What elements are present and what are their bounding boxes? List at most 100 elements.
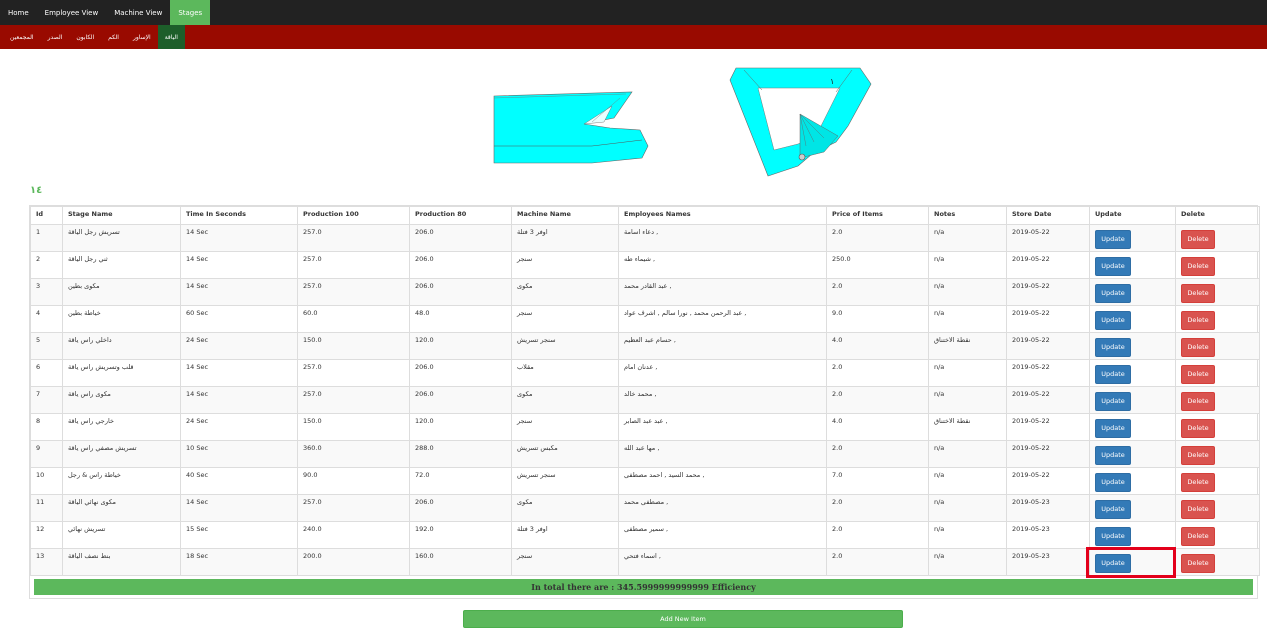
- subnav-item-4[interactable]: الكم: [101, 25, 126, 49]
- update-button[interactable]: Update: [1095, 338, 1131, 358]
- cell-id: 7: [30, 386, 63, 414]
- cell-update: Update: [1089, 305, 1176, 333]
- cell-employees: شيماء طه ,: [618, 251, 827, 279]
- update-button[interactable]: Update: [1095, 311, 1131, 331]
- cell-update: Update: [1089, 224, 1176, 252]
- cell-update: Update: [1089, 386, 1176, 414]
- cell-stage-name: مكوى نهائي الياقة: [62, 494, 181, 522]
- delete-button[interactable]: Delete: [1181, 554, 1215, 574]
- update-button[interactable]: Update: [1095, 284, 1131, 304]
- cell-store-date: 2019-05-22: [1006, 440, 1090, 468]
- cell-price: 2.0: [826, 440, 929, 468]
- table-row: 6 قلب وتسريش راس ياقة 14 Sec 257.0 206.0 مقلا…: [30, 359, 1260, 387]
- table-row: 3 مكوى بطين 14 Sec 257.0 206.0 مكوى عبد القادر…: [30, 278, 1260, 306]
- column-header: Price of Items: [826, 206, 929, 225]
- cell-machine-name: مكبس تسريش: [511, 440, 619, 468]
- cell-employees: حسام عبد العظيم ,: [618, 332, 827, 360]
- cell-delete: Delete: [1175, 413, 1260, 441]
- cell-id: 6: [30, 359, 63, 387]
- cell-delete: Delete: [1175, 305, 1260, 333]
- cell-time: 24 Sec: [180, 332, 298, 360]
- subnav-item-1[interactable]: المجمعين: [3, 25, 41, 49]
- cell-time: 40 Sec: [180, 467, 298, 495]
- subnav-item-2[interactable]: الصدر: [41, 25, 70, 49]
- delete-button[interactable]: Delete: [1181, 284, 1215, 304]
- add-new-item-button[interactable]: Add New Item: [463, 610, 903, 628]
- cell-production-80: 206.0: [409, 386, 512, 414]
- nav-stages[interactable]: Stages: [170, 0, 211, 25]
- cell-stage-name: خياطة بطين: [62, 305, 181, 333]
- column-header: Employees Names: [618, 206, 827, 225]
- cell-time: 60 Sec: [180, 305, 298, 333]
- cell-production-80: 120.0: [409, 413, 512, 441]
- nav-employee-view[interactable]: Employee View: [37, 0, 107, 25]
- cell-price: 2.0: [826, 278, 929, 306]
- cell-production-80: 192.0: [409, 521, 512, 549]
- delete-button[interactable]: Delete: [1181, 365, 1215, 385]
- cell-machine-name: مكوى: [511, 386, 619, 414]
- update-button[interactable]: Update: [1095, 392, 1131, 412]
- cell-update: Update: [1089, 440, 1176, 468]
- cell-store-date: 2019-05-22: [1006, 359, 1090, 387]
- cell-production-80: 206.0: [409, 359, 512, 387]
- cell-production-100: 90.0: [297, 467, 410, 495]
- delete-button[interactable]: Delete: [1181, 230, 1215, 250]
- update-button[interactable]: Update: [1095, 527, 1131, 547]
- delete-button[interactable]: Delete: [1181, 473, 1215, 493]
- cell-notes: n/a: [928, 278, 1007, 306]
- sub-navbar: المجمعين الصدر الكابون الكم الإساور الياقة: [0, 25, 1267, 49]
- table-row: 12 تسريش نهائي 15 Sec 240.0 192.0 اوفر 3 فتلة…: [30, 521, 1260, 549]
- cell-production-80: 72.0: [409, 467, 512, 495]
- table-body: 1 تسريش رجل الياقة 14 Sec 257.0 206.0 اوفر 3 …: [30, 224, 1260, 576]
- delete-button[interactable]: Delete: [1181, 311, 1215, 331]
- cell-machine-name: اوفر 3 فتلة: [511, 224, 619, 252]
- update-button[interactable]: Update: [1095, 446, 1131, 466]
- cell-employees: عدنان امام ,: [618, 359, 827, 387]
- delete-button[interactable]: Delete: [1181, 500, 1215, 520]
- cell-delete: Delete: [1175, 521, 1260, 549]
- collar-number-label: ١: [830, 77, 834, 86]
- cell-time: 14 Sec: [180, 224, 298, 252]
- cell-time: 14 Sec: [180, 359, 298, 387]
- cell-store-date: 2019-05-22: [1006, 332, 1090, 360]
- cell-delete: Delete: [1175, 548, 1260, 576]
- update-button[interactable]: Update: [1095, 230, 1131, 250]
- cell-production-100: 150.0: [297, 413, 410, 441]
- update-button[interactable]: Update: [1095, 419, 1131, 439]
- update-button[interactable]: Update: [1095, 365, 1131, 385]
- column-header: Production 100: [297, 206, 410, 225]
- cell-price: 2.0: [826, 548, 929, 576]
- delete-button[interactable]: Delete: [1181, 419, 1215, 439]
- update-button[interactable]: Update: [1095, 257, 1131, 277]
- update-button[interactable]: Update: [1095, 500, 1131, 520]
- update-button[interactable]: Update: [1095, 554, 1131, 574]
- total-efficiency-bar: In total there are : 345.5999999999999 E…: [34, 579, 1253, 595]
- cell-notes: n/a: [928, 467, 1007, 495]
- cell-notes: n/a: [928, 251, 1007, 279]
- stages-table-container: Id Stage Name Time In Seconds Production 10…: [29, 205, 1260, 599]
- stages-table: Id Stage Name Time In Seconds Production 10…: [30, 206, 1260, 576]
- column-header: Production 80: [409, 206, 512, 225]
- cell-notes: n/a: [928, 224, 1007, 252]
- cell-production-80: 206.0: [409, 494, 512, 522]
- nav-home[interactable]: Home: [0, 0, 37, 25]
- subnav-item-5[interactable]: الإساور: [126, 25, 158, 49]
- delete-button[interactable]: Delete: [1181, 257, 1215, 277]
- table-row: 11 مكوى نهائي الياقة 14 Sec 257.0 206.0 مكوى م…: [30, 494, 1260, 522]
- cell-production-80: 206.0: [409, 224, 512, 252]
- cell-delete: Delete: [1175, 224, 1260, 252]
- cell-notes: نقطة الاختناق: [928, 413, 1007, 441]
- subnav-item-6[interactable]: الياقة: [157, 25, 185, 49]
- delete-button[interactable]: Delete: [1181, 338, 1215, 358]
- cell-price: 2.0: [826, 521, 929, 549]
- delete-button[interactable]: Delete: [1181, 392, 1215, 412]
- delete-button[interactable]: Delete: [1181, 446, 1215, 466]
- cell-stage-name: داخلي راس ياقة: [62, 332, 181, 360]
- cell-id: 2: [30, 251, 63, 279]
- update-button[interactable]: Update: [1095, 473, 1131, 493]
- cell-production-100: 150.0: [297, 332, 410, 360]
- delete-button[interactable]: Delete: [1181, 527, 1215, 547]
- cell-stage-name: تسريش رجل الياقة: [62, 224, 181, 252]
- subnav-item-3[interactable]: الكابون: [69, 25, 101, 49]
- nav-machine-view[interactable]: Machine View: [106, 0, 170, 25]
